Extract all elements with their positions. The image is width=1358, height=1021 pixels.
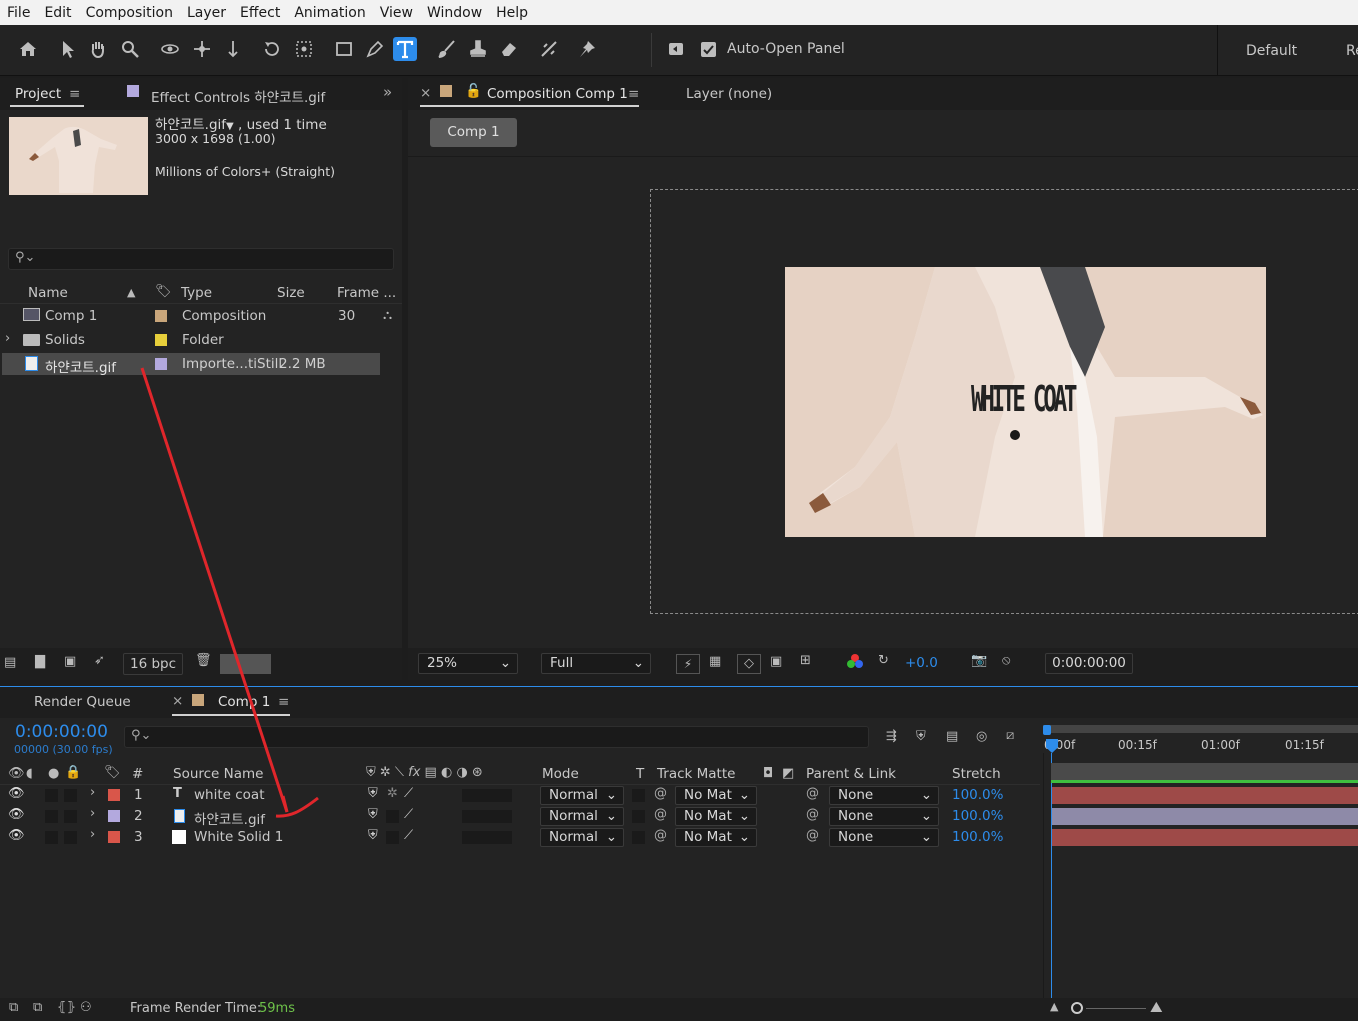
annotation-arrow bbox=[140, 367, 319, 818]
